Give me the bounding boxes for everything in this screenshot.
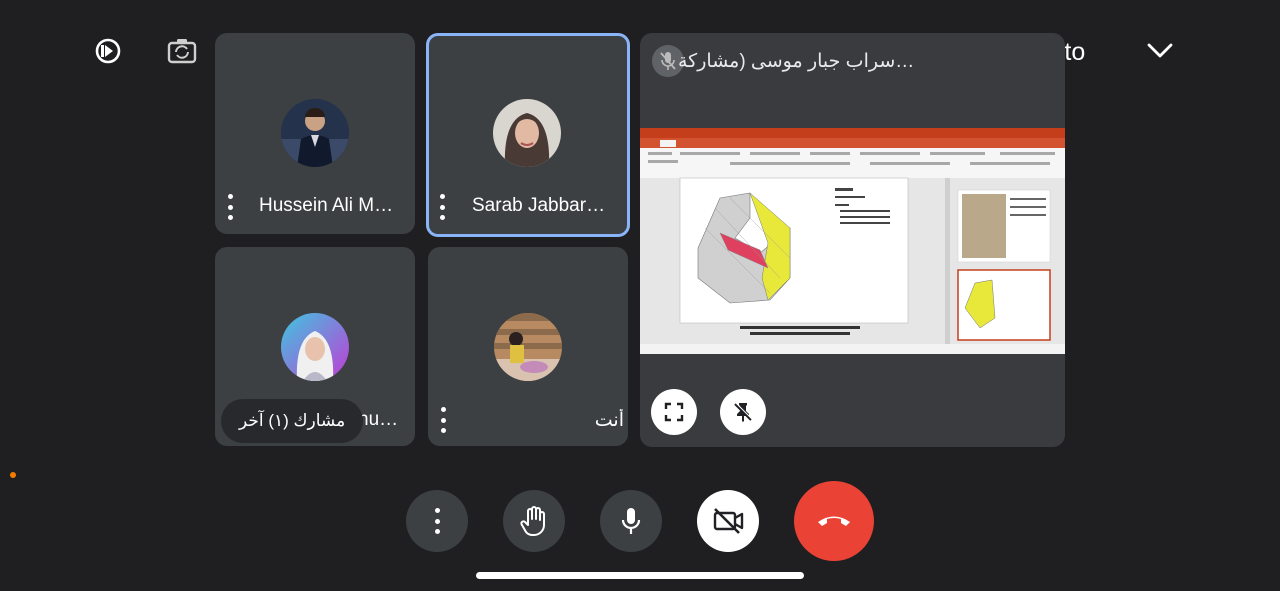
audio-output-icon[interactable] bbox=[88, 31, 128, 71]
home-indicator[interactable] bbox=[476, 572, 804, 579]
presenter-name: سراب جبار موسى (مشاركة… rab Jabbar Musa bbox=[678, 51, 914, 72]
avatar bbox=[493, 99, 561, 167]
unpin-button[interactable] bbox=[720, 389, 766, 435]
hang-up-icon bbox=[818, 516, 850, 526]
unpin-icon bbox=[734, 402, 753, 422]
avatar bbox=[494, 313, 562, 381]
avatar bbox=[281, 313, 349, 381]
microphone-button[interactable] bbox=[600, 490, 662, 552]
more-options-button[interactable] bbox=[406, 490, 468, 552]
more-vert-icon bbox=[434, 508, 440, 534]
participant-name: Sarab Jabbar… bbox=[472, 195, 606, 216]
participant-tile-active[interactable]: Sarab Jabbar… bbox=[426, 33, 630, 237]
other-participants-label: مشارك (١) آخر bbox=[239, 411, 346, 430]
video-off-icon bbox=[713, 508, 744, 534]
end-call-button[interactable] bbox=[794, 481, 874, 561]
avatar bbox=[281, 99, 349, 167]
participant-tile[interactable]: Hussein Ali M… bbox=[215, 33, 415, 234]
chevron-down-icon[interactable] bbox=[1140, 31, 1180, 71]
fullscreen-button[interactable] bbox=[651, 389, 697, 435]
other-participants-pill[interactable]: مشارك (١) آخر bbox=[221, 399, 364, 443]
mic-icon bbox=[621, 508, 641, 534]
switch-camera-icon[interactable] bbox=[162, 31, 202, 71]
fullscreen-icon bbox=[664, 402, 684, 422]
presentation-tile[interactable]: سراب جبار موسى (مشاركة… rab Jabbar Musa bbox=[640, 33, 1065, 447]
participant-name: Hussein Ali M… bbox=[259, 195, 394, 216]
participant-name: أنت bbox=[594, 410, 624, 431]
recording-indicator bbox=[10, 472, 16, 478]
participant-tile-self[interactable]: أنت bbox=[428, 247, 628, 446]
participant-name: nu… bbox=[358, 409, 399, 430]
raise-hand-button[interactable] bbox=[503, 490, 565, 552]
camera-off-button[interactable] bbox=[697, 490, 759, 552]
more-options-button[interactable] bbox=[227, 194, 233, 220]
more-options-button[interactable] bbox=[440, 407, 446, 433]
hand-icon bbox=[520, 506, 545, 536]
shared-screen bbox=[640, 128, 1065, 354]
more-options-button[interactable] bbox=[439, 194, 445, 220]
